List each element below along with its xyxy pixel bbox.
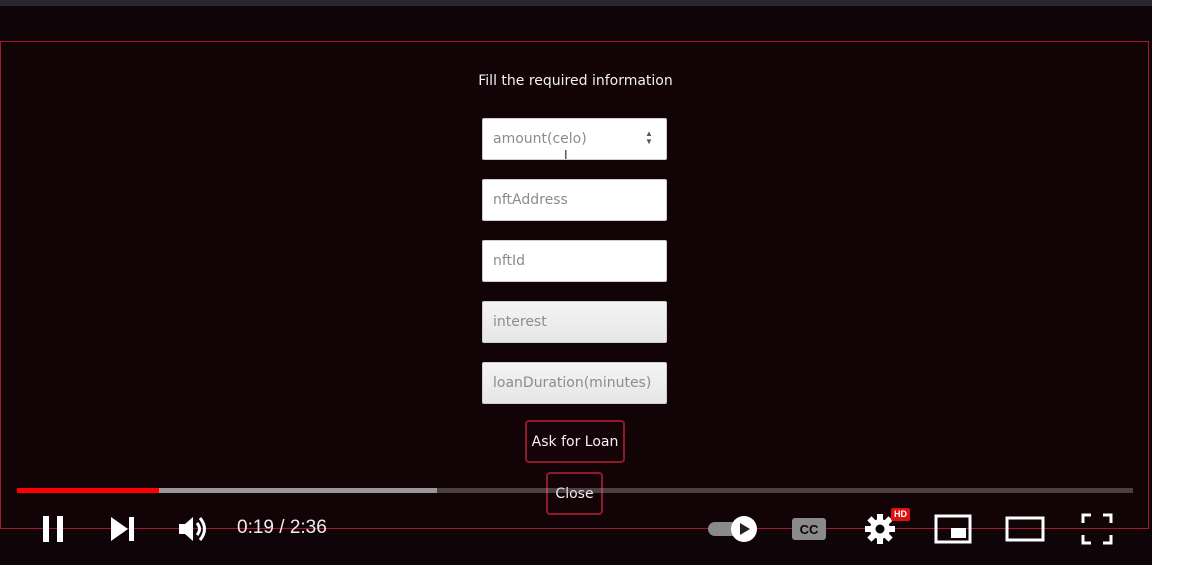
progress-played	[17, 488, 159, 493]
top-strip	[0, 0, 1152, 6]
nft-id-input[interactable]	[482, 240, 667, 282]
ask-for-loan-button[interactable]: Ask for Loan	[525, 420, 625, 463]
svg-text:CC: CC	[800, 522, 819, 537]
number-spinner-icon[interactable]: ▲ ▼	[645, 130, 653, 148]
interest-input[interactable]	[482, 301, 667, 343]
amount-input[interactable]	[482, 118, 667, 160]
right-gutter	[1152, 0, 1186, 565]
loan-duration-input[interactable]	[482, 362, 667, 404]
hd-badge: HD	[891, 508, 910, 521]
time-display: 0:19 / 2:36	[237, 517, 327, 538]
theater-icon[interactable]	[1004, 512, 1046, 546]
progress-bar[interactable]	[17, 488, 1133, 493]
cc-icon[interactable]: CC	[790, 514, 828, 544]
video-frame: Fill the required information ▲▼ I Ask f…	[0, 0, 1186, 565]
close-button[interactable]: Close	[546, 472, 603, 515]
next-icon[interactable]	[105, 512, 139, 546]
text-cursor-icon: I	[564, 147, 568, 162]
modal-title: Fill the required information	[478, 73, 673, 89]
autoplay-toggle-icon[interactable]	[706, 514, 758, 544]
miniplayer-icon[interactable]	[934, 512, 972, 546]
fullscreen-icon[interactable]	[1080, 512, 1114, 546]
nft-address-input[interactable]	[482, 179, 667, 221]
volume-icon[interactable]	[175, 512, 211, 546]
pause-icon[interactable]	[36, 512, 70, 546]
